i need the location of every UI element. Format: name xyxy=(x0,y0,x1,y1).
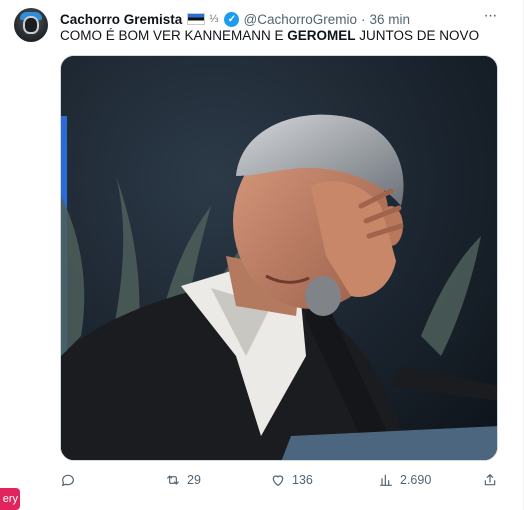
share-icon xyxy=(484,474,496,486)
reply-button[interactable] xyxy=(60,470,82,490)
like-button[interactable]: 136 xyxy=(270,470,313,490)
tweet-text-part1: COMO É BOM VER KANNEMANN E xyxy=(60,28,288,43)
user-handle[interactable]: @CachorroGremio xyxy=(243,12,356,27)
like-count: 136 xyxy=(292,473,313,487)
tweet-text-bold: GEROMEL xyxy=(287,28,356,43)
tweet-text: COMO É BOM VER KANNEMANN E GEROMEL JUNTO… xyxy=(60,28,479,43)
more-options-icon[interactable]: ··· xyxy=(480,6,500,26)
avatar-face xyxy=(23,16,39,34)
tweet-media-video[interactable] xyxy=(60,55,498,461)
heart-icon xyxy=(272,475,284,486)
bar-chart-icon xyxy=(380,474,392,486)
media-image xyxy=(61,56,497,460)
views-count: 2.690 xyxy=(400,473,432,487)
verified-badge-icon[interactable]: ✓ xyxy=(224,11,240,27)
retweet-icon xyxy=(167,475,179,485)
tweet-actions: 29 136 2.690 xyxy=(60,470,500,490)
share-button[interactable] xyxy=(482,470,498,490)
tweet-header: Cachorro Gremista ⅓ ✓ @CachorroGremio · … xyxy=(60,10,410,28)
flag-icon xyxy=(187,13,206,25)
views-button[interactable]: 2.690 xyxy=(378,470,431,490)
trophy-icon: ⅓ xyxy=(209,13,219,25)
timestamp[interactable]: 36 min xyxy=(369,12,410,27)
tweet-text-part2: JUNTOS DE NOVO xyxy=(355,28,480,43)
avatar[interactable] xyxy=(14,8,48,42)
overlay-badge[interactable]: ery xyxy=(0,488,20,510)
tweet-card[interactable]: Cachorro Gremista ⅓ ✓ @CachorroGremio · … xyxy=(0,0,524,510)
retweet-button[interactable]: 29 xyxy=(165,470,201,490)
separator-dot: · xyxy=(360,11,366,27)
display-name[interactable]: Cachorro Gremista xyxy=(60,12,182,27)
retweet-count: 29 xyxy=(187,473,201,487)
reply-icon xyxy=(61,474,74,487)
